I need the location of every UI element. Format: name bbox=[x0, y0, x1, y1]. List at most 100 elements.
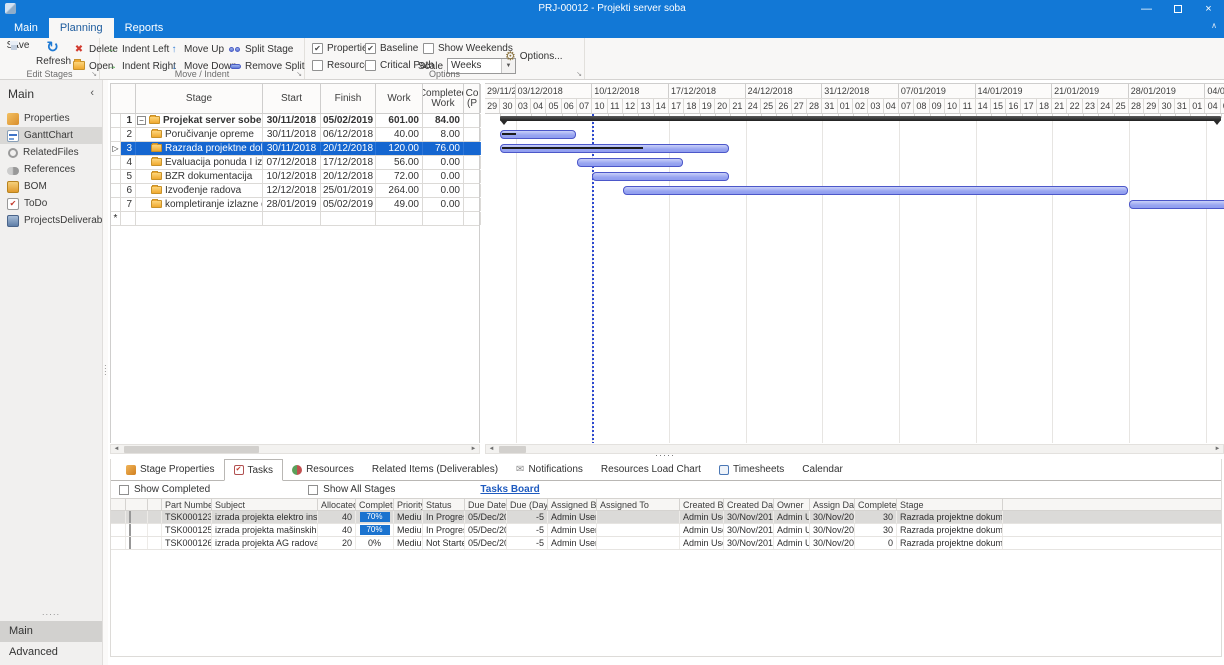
horizontal-splitter[interactable]: ····· bbox=[600, 452, 730, 459]
sidebar-item-projectsdeliverables[interactable]: ProjectsDeliverables bbox=[0, 212, 102, 229]
tasks-board-link[interactable]: Tasks Board bbox=[480, 484, 539, 495]
scrollbar-thumb[interactable] bbox=[124, 446, 259, 453]
split-stage-icon bbox=[228, 44, 242, 55]
gantt-bar[interactable] bbox=[577, 158, 683, 167]
collapse-left-icon[interactable]: ‹ bbox=[90, 87, 94, 99]
tab-main[interactable]: Main bbox=[3, 18, 49, 38]
column-header[interactable]: Completed Work bbox=[423, 84, 464, 113]
collapse-toggle-icon[interactable]: − bbox=[137, 116, 146, 125]
nav-group-advanced[interactable]: Advanced bbox=[0, 642, 102, 663]
sidebar-item-relatedfiles[interactable]: RelatedFiles bbox=[0, 144, 102, 161]
stage-row[interactable]: 4Evaluacija ponuda I izbor p...07/12/201… bbox=[111, 156, 479, 170]
column-header[interactable]: Assigned To bbox=[597, 499, 680, 510]
task-row[interactable]: TSK000123izrada projekta elektro instala… bbox=[111, 511, 1221, 524]
column-header[interactable]: Part Number bbox=[162, 499, 212, 510]
column-header[interactable]: Due (Days) bbox=[507, 499, 548, 510]
bottom-tab-resources[interactable]: Resources bbox=[283, 459, 363, 480]
show-completed-checkbox[interactable]: Show Completed bbox=[119, 484, 210, 495]
bottom-tab-tasks[interactable]: Tasks bbox=[224, 459, 284, 481]
bottom-tab-timesheets[interactable]: Timesheets bbox=[710, 459, 793, 480]
sidebar-item-ganttchart[interactable]: GanttChart bbox=[0, 127, 102, 144]
column-header[interactable] bbox=[111, 84, 136, 113]
column-header[interactable] bbox=[148, 499, 162, 510]
tab-reports[interactable]: Reports bbox=[114, 18, 175, 38]
move-up-button[interactable]: ↑Move Up bbox=[167, 42, 237, 57]
scrollbar-thumb[interactable] bbox=[499, 446, 526, 453]
gantt-bar[interactable] bbox=[500, 144, 729, 153]
task-checkbox-icon[interactable] bbox=[129, 524, 131, 536]
dialog-launcher-icon[interactable]: ↘ bbox=[296, 70, 302, 78]
stage-row[interactable]: 5BZR dokumentacija10/12/201820/12/201872… bbox=[111, 170, 479, 184]
stage-row[interactable]: 6Izvođenje radova12/12/201825/01/2019264… bbox=[111, 184, 479, 198]
options-button[interactable]: ⚙ Options... bbox=[505, 49, 563, 63]
stage-row[interactable]: ▷3Razrada projektne dokume...30/11/20182… bbox=[111, 142, 479, 156]
bottom-tab-stage-properties[interactable]: Stage Properties bbox=[117, 459, 224, 480]
gantt-bar[interactable] bbox=[592, 172, 729, 181]
sidebar-item-references[interactable]: References bbox=[0, 161, 102, 178]
task-checkbox-icon[interactable] bbox=[129, 511, 131, 523]
bottom-tab-calendar[interactable]: Calendar bbox=[793, 459, 852, 480]
summary-bar[interactable] bbox=[500, 116, 1221, 121]
column-header[interactable]: Assigned By bbox=[548, 499, 597, 510]
save-button[interactable]: Save bbox=[3, 40, 33, 51]
gantt-bar[interactable] bbox=[623, 186, 1128, 195]
tab-planning[interactable]: Planning bbox=[49, 18, 114, 38]
sidebar-splitter[interactable]: ···· bbox=[103, 80, 108, 665]
column-header[interactable]: Owner bbox=[774, 499, 810, 510]
column-header[interactable]: Due Date bbox=[465, 499, 507, 510]
sidebar-item-properties[interactable]: Properties bbox=[0, 110, 102, 127]
split-stage-button[interactable]: Split Stage bbox=[228, 42, 304, 57]
column-header[interactable]: Assign Date bbox=[810, 499, 855, 510]
scroll-right-icon[interactable]: ► bbox=[468, 446, 479, 452]
maximize-button[interactable] bbox=[1162, 0, 1193, 18]
stage-row[interactable]: 2Poručivanje opreme30/11/201806/12/20184… bbox=[111, 128, 479, 142]
sidebar-item-todo[interactable]: ToDo bbox=[0, 195, 102, 212]
column-header[interactable] bbox=[126, 499, 148, 510]
column-header[interactable] bbox=[111, 499, 126, 510]
ribbon-checkbox-show-weekends[interactable]: Show Weekends bbox=[423, 41, 513, 55]
stage-row[interactable]: 7kompletiranje izlazne doku...28/01/2019… bbox=[111, 198, 479, 212]
column-header[interactable]: Finish bbox=[321, 84, 376, 113]
column-header[interactable]: Work bbox=[376, 84, 423, 113]
minimize-button[interactable]: — bbox=[1131, 0, 1162, 18]
new-stage-row[interactable]: * bbox=[111, 212, 479, 226]
table-horizontal-scrollbar[interactable]: ◄ ► bbox=[110, 444, 480, 454]
gantt-bar[interactable] bbox=[1129, 200, 1224, 209]
indent-left-button[interactable]: ←Indent Left bbox=[105, 42, 176, 57]
show-all-stages-checkbox[interactable]: Show All Stages bbox=[308, 484, 395, 495]
refresh-button[interactable]: ↻ Refresh bbox=[36, 40, 69, 67]
column-header[interactable]: Complete bbox=[356, 499, 394, 510]
dialog-launcher-icon[interactable]: ↘ bbox=[576, 70, 582, 78]
column-header[interactable]: Co (P bbox=[464, 84, 481, 113]
bottom-tab-resources-load-chart[interactable]: Resources Load Chart bbox=[592, 459, 710, 480]
nav-group-main[interactable]: Main bbox=[0, 621, 102, 642]
chart-horizontal-scrollbar[interactable]: ◄ ► bbox=[485, 444, 1224, 454]
column-header[interactable]: Created By bbox=[680, 499, 724, 510]
column-header[interactable]: Stage bbox=[136, 84, 263, 113]
column-header[interactable]: Completed bbox=[855, 499, 897, 510]
bottom-tab-related-items-deliverables-[interactable]: Related Items (Deliverables) bbox=[363, 459, 507, 480]
dialog-launcher-icon[interactable]: ↘ bbox=[91, 70, 97, 78]
ribbon-collapse-icon[interactable]: ∧ bbox=[1211, 21, 1217, 30]
scroll-left-icon[interactable]: ◄ bbox=[486, 446, 497, 452]
sidebar-item-bom[interactable]: BOM bbox=[0, 178, 102, 195]
column-header[interactable]: Allocated bbox=[318, 499, 356, 510]
column-header[interactable]: Stage bbox=[897, 499, 1003, 510]
column-header[interactable]: Status bbox=[423, 499, 465, 510]
task-row[interactable]: TSK000126izrada projekta AG radova200%Me… bbox=[111, 537, 1221, 550]
cell: 30/11/2018 bbox=[263, 128, 321, 141]
column-header[interactable]: Priority bbox=[394, 499, 423, 510]
scroll-right-icon[interactable]: ► bbox=[1212, 446, 1223, 452]
task-row[interactable]: TSK000125izrada projekta mašinskih insta… bbox=[111, 524, 1221, 537]
close-button[interactable]: × bbox=[1193, 0, 1224, 18]
complete-progress: 70% bbox=[360, 525, 390, 535]
gantt-bar[interactable] bbox=[500, 130, 576, 139]
stage-row[interactable]: 1−Projekat server sobe30/11/201805/02/20… bbox=[111, 114, 479, 128]
task-checkbox-icon[interactable] bbox=[129, 537, 131, 549]
scroll-left-icon[interactable]: ◄ bbox=[111, 446, 122, 452]
bottom-tab-notifications[interactable]: ✉Notifications bbox=[507, 459, 592, 480]
column-header[interactable]: Subject bbox=[212, 499, 318, 510]
column-header[interactable]: Start bbox=[263, 84, 321, 113]
splitter-dots-icon[interactable]: ····· bbox=[0, 611, 102, 621]
column-header[interactable]: Created Date bbox=[724, 499, 774, 510]
